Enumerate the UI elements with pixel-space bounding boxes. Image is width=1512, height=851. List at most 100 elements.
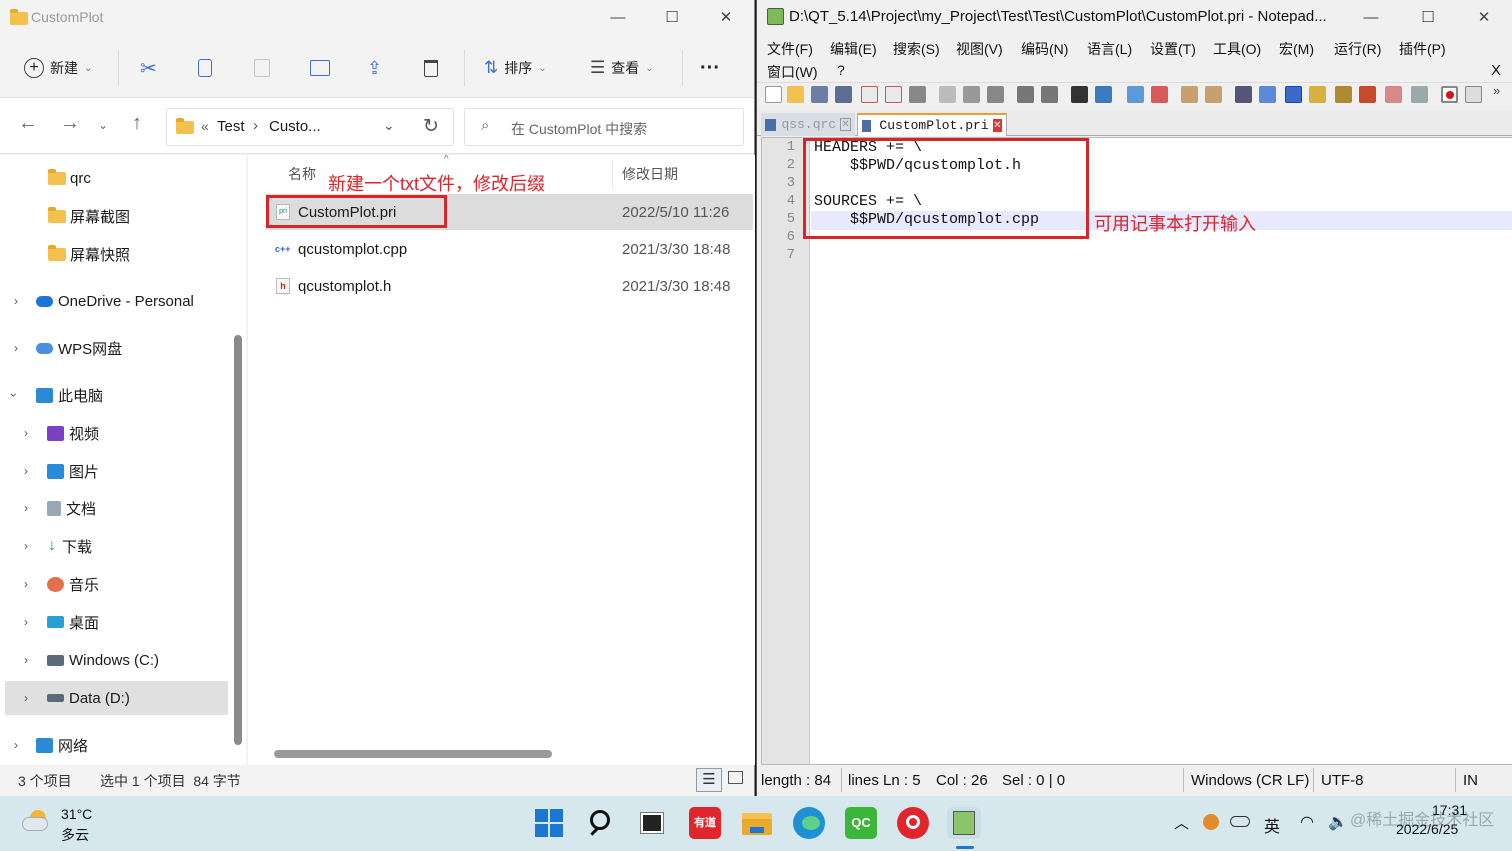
input-method-indicator[interactable]: 英 <box>1264 813 1280 837</box>
sidebar-item-videos[interactable]: › 视频 <box>0 416 228 450</box>
sidebar-item-this-pc[interactable]: › 此电脑 <box>0 378 228 412</box>
minimize-button[interactable]: — <box>1345 0 1397 36</box>
menu-search[interactable]: 搜索(S) <box>893 39 940 59</box>
menu-plugins[interactable]: 插件(P) <box>1399 39 1446 59</box>
file-list-scrollbar[interactable] <box>274 750 552 758</box>
zoom-out-icon[interactable] <box>1151 86 1168 103</box>
maximize-button[interactable]: ☐ <box>1402 0 1454 36</box>
tab-customplot-pri[interactable]: CustomPlot.pri ✕ <box>857 113 1007 136</box>
undo-icon[interactable] <box>1017 86 1034 103</box>
cut-icon[interactable]: ✂ <box>140 56 157 80</box>
maximize-button[interactable]: ☐ <box>646 0 698 36</box>
sidebar-item-wps[interactable]: › WPS网盘 <box>0 331 228 365</box>
doc-map-icon[interactable] <box>1335 86 1352 103</box>
chevron-right-icon[interactable]: › <box>24 464 28 478</box>
chevron-right-icon[interactable]: › <box>14 294 18 308</box>
sync-horizontal-icon[interactable] <box>1205 86 1222 103</box>
close-all-icon[interactable] <box>885 86 902 103</box>
search-box[interactable]: ⌕ 在 CustomPlot 中搜索 <box>464 108 744 146</box>
sidebar-item-onedrive[interactable]: › OneDrive - Personal <box>0 284 228 318</box>
onedrive-tray-icon[interactable] <box>1230 816 1250 827</box>
redo-icon[interactable] <box>1041 86 1058 103</box>
recent-chevron-icon[interactable]: ⌄ <box>98 118 108 132</box>
sort-button[interactable]: ⇅ 排序 ⌄ <box>484 56 547 80</box>
copy-icon[interactable] <box>963 86 980 103</box>
chevron-right-icon[interactable]: › <box>14 738 18 752</box>
paste-icon[interactable] <box>254 56 270 80</box>
preview-view-icon[interactable] <box>728 771 743 784</box>
save-all-icon[interactable] <box>835 86 852 103</box>
indent-guide-icon[interactable] <box>1285 86 1302 103</box>
weather-widget[interactable] <box>22 810 52 832</box>
udl-icon[interactable] <box>1309 86 1326 103</box>
file-row-qcustomplot-cpp[interactable]: c++ qcustomplot.cpp 2021/3/30 18:48 <box>266 231 753 267</box>
notepad-plus-plus-taskbar-icon[interactable] <box>947 807 981 839</box>
breadcrumb-test[interactable]: Test <box>217 118 245 135</box>
file-row-qcustomplot-h[interactable]: h qcustomplot.h 2021/3/30 18:48 <box>266 268 753 304</box>
sidebar-item-music[interactable]: › 音乐 <box>0 567 228 601</box>
sidebar-item-desktop[interactable]: › 桌面 <box>0 605 228 639</box>
toolbar-overflow-icon[interactable]: » <box>1493 83 1500 98</box>
rename-icon[interactable] <box>310 56 330 80</box>
sidebar-scrollbar[interactable] <box>234 335 242 745</box>
record-macro-icon[interactable] <box>1441 86 1458 103</box>
delete-icon[interactable] <box>424 56 438 80</box>
menu-help[interactable]: ? <box>837 62 845 78</box>
chevron-right-icon[interactable]: › <box>24 615 28 629</box>
zoom-in-icon[interactable] <box>1127 86 1144 103</box>
address-bar[interactable]: « Test › Custo... ⌄ ↻ <box>166 108 454 146</box>
close-icon[interactable]: ✕ <box>840 118 851 131</box>
new-file-icon[interactable] <box>765 86 782 103</box>
find-icon[interactable] <box>1071 86 1088 103</box>
sidebar-item-downloads[interactable]: › ↓ 下载 <box>0 529 228 563</box>
sidebar-item-snapshots[interactable]: 屏幕快照 <box>0 237 228 271</box>
folder-workspace-icon[interactable] <box>1385 86 1402 103</box>
sidebar-item-qrc[interactable]: qrc <box>0 161 228 195</box>
chevron-right-icon[interactable]: › <box>24 577 28 591</box>
wifi-icon[interactable]: ◠ <box>1300 812 1314 832</box>
back-arrow-icon[interactable]: ← <box>18 112 38 135</box>
sidebar-item-network[interactable]: › 网络 <box>0 728 228 762</box>
details-view-icon[interactable]: ☰ <box>696 768 722 792</box>
breadcrumb-customplot[interactable]: Custo... <box>269 118 321 135</box>
menu-language[interactable]: 语言(L) <box>1087 39 1132 59</box>
breadcrumb-overflow[interactable]: « <box>201 118 209 134</box>
chevron-right-icon[interactable]: › <box>24 653 28 667</box>
function-list-icon[interactable] <box>1359 86 1376 103</box>
sync-vertical-icon[interactable] <box>1181 86 1198 103</box>
close-icon[interactable]: ✕ <box>992 119 1002 132</box>
sidebar-item-drive-d[interactable]: › Data (D:) <box>5 681 228 715</box>
menu-encoding[interactable]: 编码(N) <box>1021 39 1068 59</box>
close-button[interactable]: ✕ <box>1458 0 1510 36</box>
up-arrow-icon[interactable]: ↑ <box>132 112 142 135</box>
copy-icon[interactable] <box>198 56 212 80</box>
share-icon[interactable]: ⇪ <box>367 56 382 80</box>
qq-tray-icon[interactable] <box>1203 814 1219 830</box>
file-explorer-icon[interactable] <box>741 807 773 839</box>
clock-date[interactable]: 2022/6/25 <box>1396 821 1458 837</box>
chevron-right-icon[interactable]: › <box>14 341 18 355</box>
menu-view[interactable]: 视图(V) <box>956 39 1003 59</box>
tab-qss-qrc[interactable]: qss.qrc ✕ <box>761 113 855 136</box>
menu-file[interactable]: 文件(F) <box>767 39 813 59</box>
chevron-right-icon[interactable]: › <box>24 501 28 515</box>
column-header-modified[interactable]: 修改日期 <box>622 164 678 184</box>
show-all-chars-icon[interactable] <box>1259 86 1276 103</box>
more-button[interactable]: ··· <box>700 56 720 80</box>
paste-icon[interactable] <box>987 86 1004 103</box>
close-document-button[interactable]: X <box>1491 62 1501 79</box>
menu-settings[interactable]: 设置(T) <box>1150 39 1196 59</box>
open-file-icon[interactable] <box>787 86 804 103</box>
print-icon[interactable] <box>909 86 926 103</box>
sidebar-item-pictures[interactable]: › 图片 <box>0 454 228 488</box>
search-icon[interactable] <box>586 807 618 839</box>
start-button[interactable] <box>533 807 565 839</box>
column-header-name[interactable]: 名称 <box>288 164 316 184</box>
stop-macro-icon[interactable] <box>1465 86 1482 103</box>
forward-arrow-icon[interactable]: → <box>60 112 80 135</box>
close-button[interactable]: ✕ <box>700 0 752 36</box>
chevron-right-icon[interactable]: › <box>24 426 28 440</box>
chevron-down-icon[interactable]: › <box>7 393 21 397</box>
menu-macro[interactable]: 宏(M) <box>1279 39 1314 59</box>
tray-overflow-icon[interactable]: ︿ <box>1174 812 1189 833</box>
